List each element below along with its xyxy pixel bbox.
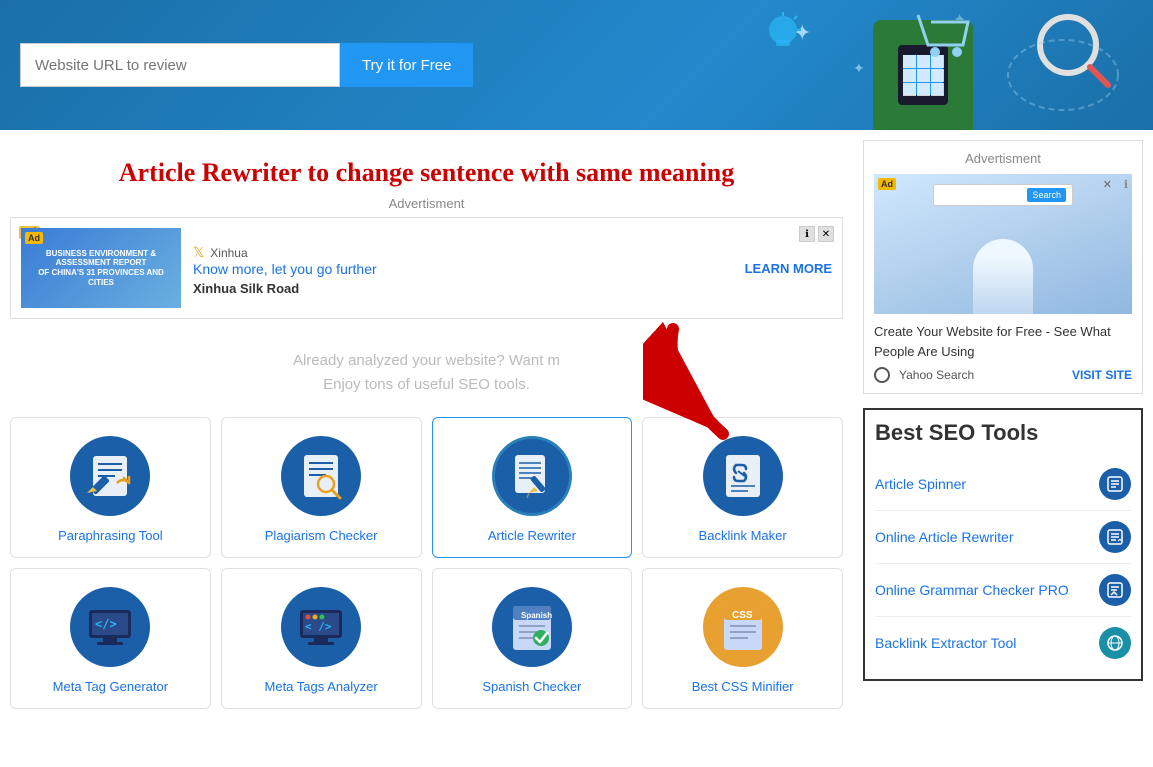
metatag-svg: </> [85, 602, 135, 652]
plagiarism-svg [296, 451, 346, 501]
tool-card-spanish[interactable]: Spanish Spanish Checker [432, 568, 633, 709]
meta-analyzer-svg: < /> [296, 602, 346, 652]
seo-tool-backlink-extractor[interactable]: Backlink Extractor Tool [875, 617, 1131, 669]
sidebar-ad-image: Ad Search ✕ ℹ [874, 174, 1132, 314]
sidebar-ad-footer: Yahoo Search VISIT SITE [874, 367, 1132, 383]
sidebar-ad-badge: Ad [878, 178, 896, 190]
article-rewriter-icon-circle [492, 436, 572, 516]
backlink-label: Backlink Maker [653, 528, 832, 543]
tools-grid-row2: </> Meta Tag Generator [10, 568, 843, 709]
svg-text:< />: < /> [305, 620, 332, 633]
sidebar-ad-x-btn[interactable]: ✕ [1103, 178, 1112, 191]
spanish-label: Spanish Checker [443, 679, 622, 694]
globe-icon [874, 367, 890, 383]
seo-tool-article-spinner[interactable]: Article Spinner [875, 458, 1131, 511]
tool-card-css[interactable]: CSS Best CSS Minifier [642, 568, 843, 709]
xinhua-logo-icon: 𝕏 [193, 244, 204, 261]
content-area: Article Rewriter to change sentence with… [0, 140, 853, 719]
meta-analyzer-label: Meta Tags Analyzer [232, 679, 411, 694]
seo-tool-label-1: Online Article Rewriter [875, 529, 1014, 545]
spanish-icon-circle: Spanish [492, 587, 572, 667]
tool-card-plagiarism[interactable]: Plagiarism Checker [221, 417, 422, 558]
svg-text:</>: </> [95, 617, 117, 631]
backlink-icon-circle [703, 436, 783, 516]
figure-body [973, 239, 1033, 314]
seo-tools-box: Best SEO Tools Article Spinner Online Ar… [863, 408, 1143, 681]
ad-label-main: Advertisment [10, 196, 843, 211]
sidebar-ad-info-btn[interactable]: ℹ [1124, 178, 1128, 191]
seo-tool-icon-1 [1099, 521, 1131, 553]
main-container: Article Rewriter to change sentence with… [0, 130, 1153, 729]
ad-subtitle: Xinhua Silk Road [193, 281, 733, 296]
meta-analyzer-icon-circle: < /> [281, 587, 361, 667]
sidebar-ad-title: Advertisment [874, 151, 1132, 166]
css-svg: CSS [718, 602, 768, 652]
ad-controls: ℹ ✕ [799, 226, 834, 242]
lightbulb-icon [763, 10, 803, 60]
visit-site-button[interactable]: VISIT SITE [1072, 368, 1132, 382]
ad-title: Know more, let you go further [193, 261, 733, 277]
paraphrasing-svg [85, 451, 135, 501]
article-rewriter-svg [507, 451, 557, 501]
tool-card-metatag[interactable]: </> Meta Tag Generator [10, 568, 211, 709]
plagiarism-icon-circle [281, 436, 361, 516]
paraphrasing-icon-circle [70, 436, 150, 516]
sidebar-ad-searchbar: Search [933, 184, 1073, 206]
cart-icon [913, 10, 973, 60]
header: Try it for Free ✦ ✦ ✦ [0, 0, 1153, 130]
ad-info-button[interactable]: ℹ [799, 226, 815, 242]
ad-source-text: Yahoo Search [899, 368, 974, 382]
sidebar: Advertisment Ad Search ✕ ℹ C [853, 140, 1153, 719]
ad-content: 𝕏 Xinhua Know more, let you go further X… [193, 240, 733, 296]
metatag-label: Meta Tag Generator [21, 679, 200, 694]
red-arrow [643, 319, 763, 452]
paraphrasing-label: Paraphrasing Tool [21, 528, 200, 543]
plagiarism-label: Plagiarism Checker [232, 528, 411, 543]
article-rewriter-label: Article Rewriter [443, 528, 622, 543]
header-search-area: Try it for Free [20, 43, 473, 87]
tool-card-article-rewriter[interactable]: Article Rewriter [432, 417, 633, 558]
seo-tools-title: Best SEO Tools [875, 420, 1131, 446]
analyzed-section: Already analyzed your website? Want m En… [10, 329, 843, 407]
ad-image-badge: Ad [25, 232, 43, 244]
try-free-button[interactable]: Try it for Free [340, 43, 473, 87]
sidebar-ad-image-inner: Ad Search ✕ ℹ [874, 174, 1132, 314]
sidebar-ad-source: Yahoo Search [874, 367, 974, 383]
sidebar-ad-figure [973, 189, 1033, 314]
css-label: Best CSS Minifier [653, 679, 832, 694]
sidebar-ad-search-btn: Search [1027, 188, 1066, 202]
spanish-svg: Spanish [507, 602, 557, 652]
ad-close-button[interactable]: ✕ [818, 226, 834, 242]
ad-banner: Ad BUSINESS ENVIRONMENT &ASSESSMENT REPO… [10, 217, 843, 319]
svg-text:Spanish: Spanish [521, 611, 552, 620]
dashed-circle [1003, 30, 1123, 120]
seo-tool-icon-3 [1099, 627, 1131, 659]
tool-card-paraphrasing[interactable]: Paraphrasing Tool [10, 417, 211, 558]
seo-tool-icon-0 [1099, 468, 1131, 500]
sparkle-icon-2: ✦ [853, 60, 865, 77]
ad-logo: 𝕏 Xinhua [193, 244, 733, 261]
seo-tool-icon-2 [1099, 574, 1131, 606]
tool-card-meta-analyzer[interactable]: < /> Meta Tags Analyzer [221, 568, 422, 709]
sidebar-ad: Advertisment Ad Search ✕ ℹ C [863, 140, 1143, 394]
page-title: Article Rewriter to change sentence with… [10, 158, 843, 188]
seo-tool-label-0: Article Spinner [875, 476, 966, 492]
svg-text:CSS: CSS [732, 610, 753, 621]
seo-tool-grammar[interactable]: Online Grammar Checker PRO [875, 564, 1131, 617]
sidebar-ad-body: Create Your Website for Free - See What … [874, 322, 1132, 361]
backlink-svg [718, 451, 768, 501]
ad-image: BUSINESS ENVIRONMENT &ASSESSMENT REPORTO… [21, 228, 181, 308]
seo-tool-label-3: Backlink Extractor Tool [875, 635, 1016, 651]
metatag-icon-circle: </> [70, 587, 150, 667]
url-input[interactable] [20, 43, 340, 87]
seo-tool-label-2: Online Grammar Checker PRO [875, 582, 1069, 598]
ad-learn-more[interactable]: LEARN MORE [745, 261, 832, 276]
header-decoration: ✦ ✦ ✦ [653, 0, 1153, 130]
css-icon-circle: CSS [703, 587, 783, 667]
xinhua-logo-text: Xinhua [210, 246, 247, 260]
seo-tool-article-rewriter[interactable]: Online Article Rewriter [875, 511, 1131, 564]
